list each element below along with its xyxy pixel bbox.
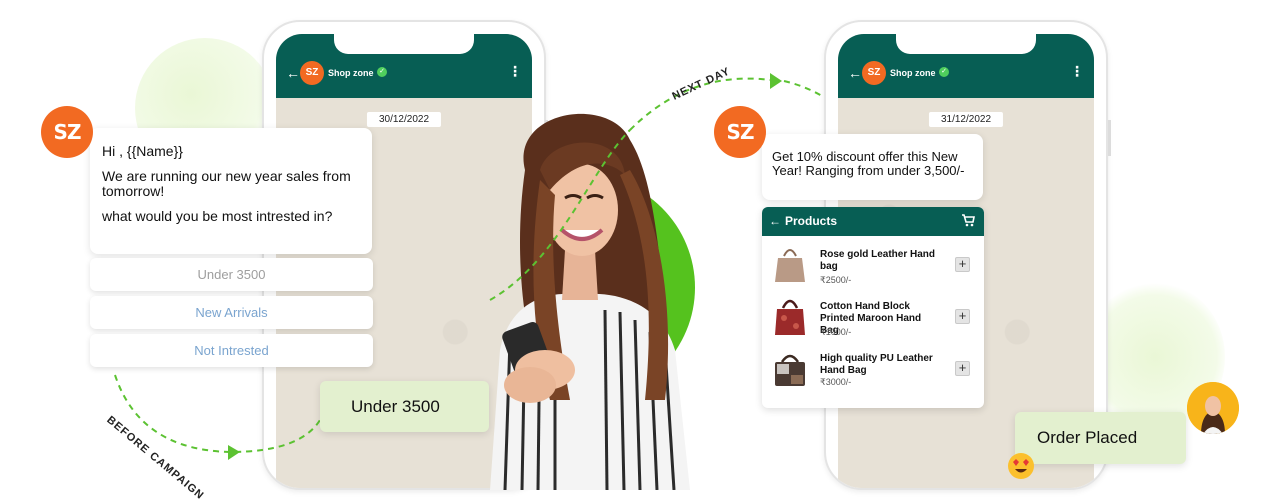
- before-campaign-label: BEFORE CAMPAIGN: [104, 414, 207, 500]
- shop-avatar[interactable]: SZ: [862, 61, 886, 85]
- product-row[interactable]: Cotton Hand Block Printed Maroon Hand Ba…: [762, 288, 984, 340]
- quick-reply-under-3500[interactable]: Under 3500: [90, 258, 373, 291]
- campaign-message: Hi , {{Name}} We are running our new yea…: [90, 128, 372, 254]
- verified-icon: ✓: [939, 67, 949, 77]
- product-name: Rose gold Leather Hand bag: [820, 249, 936, 272]
- add-to-cart-button[interactable]: +: [955, 309, 970, 324]
- bag-image: [775, 249, 805, 282]
- date-chip: 30/12/2022: [366, 112, 442, 127]
- offer-message: Get 10% discount offer this New Year! Ra…: [762, 134, 983, 200]
- shop-avatar[interactable]: SZ: [300, 61, 324, 85]
- back-arrow-icon[interactable]: ←: [848, 66, 862, 80]
- verified-icon: ✓: [377, 67, 387, 77]
- product-price: ₹2500/-: [820, 275, 852, 285]
- product-row[interactable]: Rose gold Leather Hand bag ₹2500/- +: [762, 236, 984, 288]
- back-arrow-icon[interactable]: ←: [286, 66, 300, 80]
- message-line: We are running our new year sales from t…: [102, 168, 351, 199]
- products-catalog: ← Products Rose gold Leather Hand bag ₹2…: [762, 207, 984, 408]
- date-chip: 31/12/2022: [928, 112, 1004, 127]
- chat-title[interactable]: Shop zone: [890, 68, 936, 78]
- order-placed-bubble: Order Placed: [1015, 412, 1186, 464]
- user-reply-bubble: Under 3500: [320, 381, 489, 432]
- bag-image: [775, 299, 805, 335]
- next-day-label: NEXT DAY: [670, 65, 733, 103]
- message-greeting: Hi , {{Name}}: [102, 143, 183, 159]
- message-question: what would you be most intrested in?: [102, 208, 333, 224]
- heart-eyes-emoji-icon: [1008, 453, 1034, 479]
- product-row[interactable]: High quality PU Leather Hand Bag ₹3000/-…: [762, 340, 984, 392]
- phone-side-button: [1108, 120, 1111, 156]
- add-to-cart-button[interactable]: +: [955, 257, 970, 272]
- products-title: Products: [785, 214, 838, 228]
- add-to-cart-button[interactable]: +: [955, 361, 970, 376]
- phone-notch: [896, 34, 1036, 54]
- more-vert-icon[interactable]: ⋮: [508, 64, 522, 78]
- product-price: ₹3000/-: [820, 377, 852, 387]
- chat-title[interactable]: Shop zone: [328, 68, 374, 78]
- customer-avatar: [1187, 382, 1239, 434]
- brand-logo: SZ: [41, 106, 93, 158]
- product-name: High quality PU Leather Hand Bag: [820, 353, 933, 376]
- more-vert-icon[interactable]: ⋮: [1070, 64, 1084, 78]
- products-header: ← Products: [762, 207, 984, 236]
- brand-logo: SZ: [714, 106, 766, 158]
- product-price: ₹1000/-: [820, 327, 852, 337]
- quick-reply-not-intrested[interactable]: Not Intrested: [90, 334, 373, 367]
- quick-reply-new-arrivals[interactable]: New Arrivals: [90, 296, 373, 329]
- woman-with-phone-illustration: [490, 113, 690, 490]
- cart-icon[interactable]: [961, 213, 975, 227]
- back-arrow-icon[interactable]: ←: [769, 214, 781, 228]
- phone-notch: [334, 34, 474, 54]
- bag-image: [775, 354, 805, 386]
